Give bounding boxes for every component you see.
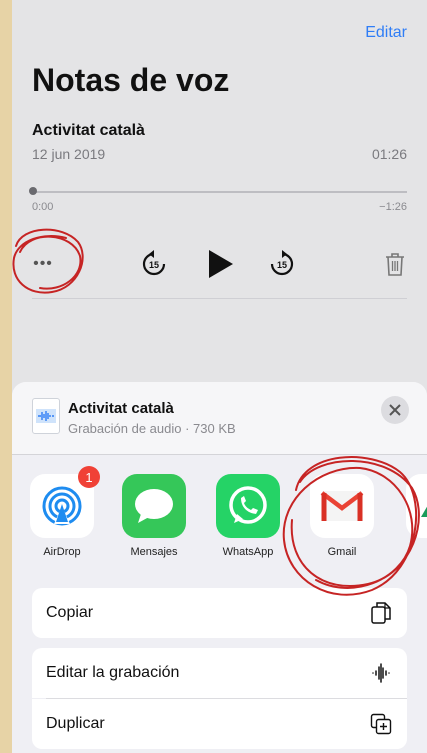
remaining-time: −1:26 [379, 201, 407, 213]
app-label: Mensajes [130, 546, 178, 558]
divider [32, 298, 407, 299]
share-app-row: 1 AirDrop Mensajes WhatsApp Gmail [12, 466, 427, 574]
duplicate-icon [369, 712, 393, 736]
app-gmail[interactable]: Gmail [302, 474, 382, 558]
app-whatsapp[interactable]: WhatsApp [208, 474, 288, 558]
recording-duration: 01:26 [371, 146, 407, 162]
playback-scrubber[interactable] [32, 191, 407, 193]
more-options-button[interactable]: ••• [30, 252, 56, 276]
copy-icon [369, 601, 393, 625]
svg-text:15: 15 [277, 260, 287, 270]
skip-forward-15-icon[interactable]: 15 [266, 248, 298, 280]
gmail-icon [310, 474, 374, 538]
app-icon-partial [406, 474, 427, 538]
app-label: WhatsApp [222, 546, 274, 558]
playback-controls: ••• 15 15 [12, 244, 427, 284]
action-label: Editar la grabación [46, 664, 180, 681]
scrubber-handle[interactable] [29, 187, 37, 195]
share-sheet: Activitat català Grabación de audio · 73… [12, 382, 427, 753]
share-sheet-header: Activitat català Grabación de audio · 73… [12, 382, 427, 454]
audio-file-icon [32, 398, 60, 434]
skip-back-15-icon[interactable]: 15 [138, 248, 170, 280]
share-file-meta: Grabación de audio · 730 KB [68, 421, 236, 436]
duplicate-action[interactable]: Duplicar [32, 699, 407, 749]
airdrop-icon: 1 [30, 466, 100, 538]
share-file-name: Activitat català [68, 400, 174, 417]
edit-button[interactable]: Editar [365, 24, 407, 42]
recording-date: 12 jun 2019 [32, 146, 106, 162]
play-icon[interactable] [204, 248, 236, 280]
waveform-icon [369, 661, 393, 685]
page-title: Notas de voz [32, 62, 230, 98]
elapsed-time: 0:00 [32, 201, 54, 213]
copy-action[interactable]: Copiar [32, 588, 407, 638]
notification-badge: 1 [78, 466, 100, 488]
action-label: Copiar [46, 604, 94, 621]
whatsapp-icon [216, 474, 280, 538]
app-airdrop[interactable]: 1 AirDrop [22, 466, 102, 558]
app-messages[interactable]: Mensajes [114, 474, 194, 558]
messages-icon [122, 474, 186, 538]
svg-text:15: 15 [149, 260, 159, 270]
app-partial[interactable] [398, 474, 427, 538]
close-icon[interactable] [381, 396, 409, 424]
voice-memos-screen: Editar Notas de voz Activitat català 12 … [12, 0, 427, 753]
edit-recording-action[interactable]: Editar la grabación [32, 648, 407, 698]
action-label: Duplicar [46, 715, 105, 732]
recording-name: Activitat català [32, 122, 145, 139]
app-label: Gmail [327, 546, 357, 558]
trash-icon[interactable] [381, 250, 409, 278]
divider [12, 454, 427, 455]
app-label: AirDrop [43, 546, 81, 558]
